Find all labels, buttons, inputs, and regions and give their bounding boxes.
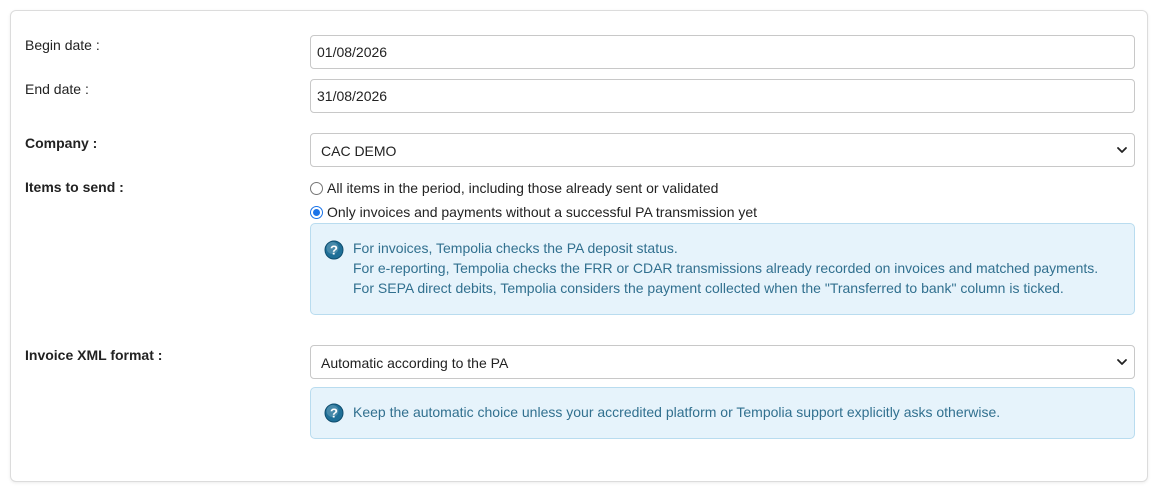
invoice-xml-format-label: Invoice XML format : bbox=[25, 347, 163, 363]
items-to-send-label: Items to send : bbox=[25, 179, 124, 195]
begin-date-input[interactable] bbox=[310, 35, 1135, 69]
svg-text:?: ? bbox=[330, 243, 338, 258]
company-select-value: CAC DEMO bbox=[321, 143, 397, 159]
radio-all-items[interactable] bbox=[310, 181, 323, 195]
radio-option-all-items[interactable]: All items in the period, including those… bbox=[310, 178, 718, 198]
question-circle-icon: ? bbox=[324, 240, 344, 260]
items-info-box: ? For invoices, Tempolia checks the PA d… bbox=[310, 223, 1135, 315]
radio-option-only-unsent[interactable]: Only invoices and payments without a suc… bbox=[310, 202, 757, 222]
radio-only-unsent-label: Only invoices and payments without a suc… bbox=[327, 204, 758, 220]
company-select[interactable]: CAC DEMO bbox=[310, 133, 1135, 167]
company-label: Company : bbox=[25, 135, 98, 151]
begin-date-label: Begin date : bbox=[25, 37, 100, 53]
invoice-xml-format-select[interactable]: Automatic according to the PA bbox=[310, 345, 1135, 379]
items-info-text: For invoices, Tempolia checks the PA dep… bbox=[353, 238, 1120, 298]
items-info-line1: For invoices, Tempolia checks the PA dep… bbox=[353, 240, 678, 256]
export-settings-panel: Begin date : End date : Company : CAC DE… bbox=[10, 10, 1148, 482]
xml-format-info-box: ? Keep the automatic choice unless your … bbox=[310, 387, 1135, 439]
end-date-label: End date : bbox=[25, 81, 89, 97]
items-info-line2: For e-reporting, Tempolia checks the FRR… bbox=[353, 260, 1099, 296]
question-circle-icon: ? bbox=[324, 403, 344, 423]
radio-all-items-label: All items in the period, including those… bbox=[327, 180, 719, 196]
chevron-down-icon bbox=[1117, 359, 1127, 365]
radio-only-unsent[interactable] bbox=[310, 205, 323, 219]
xml-format-info-text: Keep the automatic choice unless your ac… bbox=[353, 404, 1001, 420]
svg-text:?: ? bbox=[330, 406, 338, 421]
end-date-input[interactable] bbox=[310, 79, 1135, 113]
chevron-down-icon bbox=[1117, 147, 1127, 153]
invoice-xml-format-select-value: Automatic according to the PA bbox=[321, 355, 509, 371]
